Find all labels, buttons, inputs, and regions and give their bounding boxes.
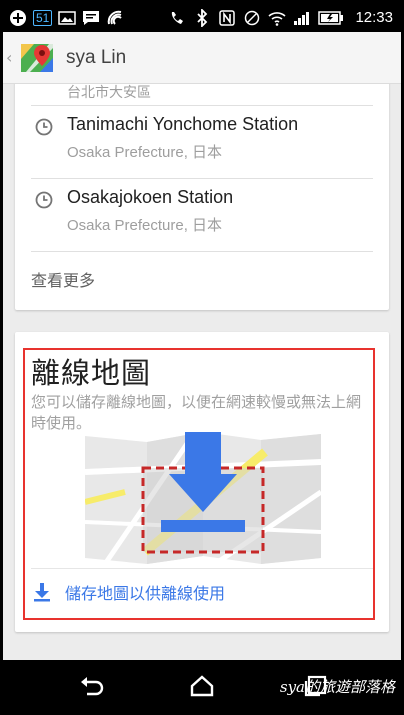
phone-screen: 51 12:33 ‹ sya Lin 台北市大安區 Tanimachi Yonc… [3,3,401,712]
offline-maps-card: 離線地圖 您可以儲存離線地圖，以便在網速較慢或無法上網時使用。 儲存地圖以供離線… [15,332,389,632]
offline-map-illustration [85,432,321,564]
see-more-link[interactable]: 查看更多 [31,267,95,291]
place-name: Tanimachi Yonchome Station [67,114,299,134]
no-sim-icon [243,9,261,27]
google-maps-app-icon[interactable] [20,41,54,75]
message-icon [82,9,100,27]
blog-watermark: sya的旅遊部落格 [279,678,395,696]
battery-icon [318,9,344,27]
place-region: Osaka Prefecture, 日本 [67,144,223,161]
cut-off-address: 台北市大安區 [67,84,151,100]
divider [31,568,373,569]
photo-icon [58,9,77,27]
status-bar: 51 12:33 [3,3,401,32]
offline-maps-title: 離線地圖 [31,358,152,390]
add-notification-icon [9,9,27,27]
save-offline-map-button[interactable]: 儲存地圖以供離線使用 [31,580,225,604]
system-navigation-bar: sya的旅遊部落格 [3,660,401,712]
download-icon [34,583,50,602]
wifi-icon [268,9,286,27]
list-item-place[interactable]: Tanimachi Yonchome Station Osaka Prefect… [15,106,389,178]
clock-time: 12:33 [355,9,393,26]
save-offline-map-label: 儲存地圖以供離線使用 [65,586,226,603]
recent-places-card: 台北市大安區 Tanimachi Yonchome Station Osaka … [15,84,389,310]
signal-icon [293,9,311,27]
history-clock-icon [35,191,53,209]
account-title: sya Lin [66,46,127,68]
home-button[interactable] [189,674,215,698]
back-chevron-icon[interactable]: ‹ [6,48,18,67]
action-bar: ‹ sya Lin [3,32,401,84]
notification-count-badge: 51 [33,9,53,26]
place-name: Osakajokoen Station [67,187,234,207]
list-item-place[interactable]: Osakajokoen Station Osaka Prefecture, 日本 [15,179,389,251]
main-content: 台北市大安區 Tanimachi Yonchome Station Osaka … [3,84,401,660]
divider [31,251,373,252]
mute-icon [168,9,186,27]
nfc-icon [218,9,236,27]
offline-maps-description: 您可以儲存離線地圖，以便在網速較慢或無法上網時使用。 [31,394,362,432]
back-button[interactable] [79,674,105,698]
history-clock-icon [35,118,53,136]
bluetooth-icon [193,8,211,27]
wifi-calling-icon [106,9,124,27]
place-region: Osaka Prefecture, 日本 [67,217,223,234]
